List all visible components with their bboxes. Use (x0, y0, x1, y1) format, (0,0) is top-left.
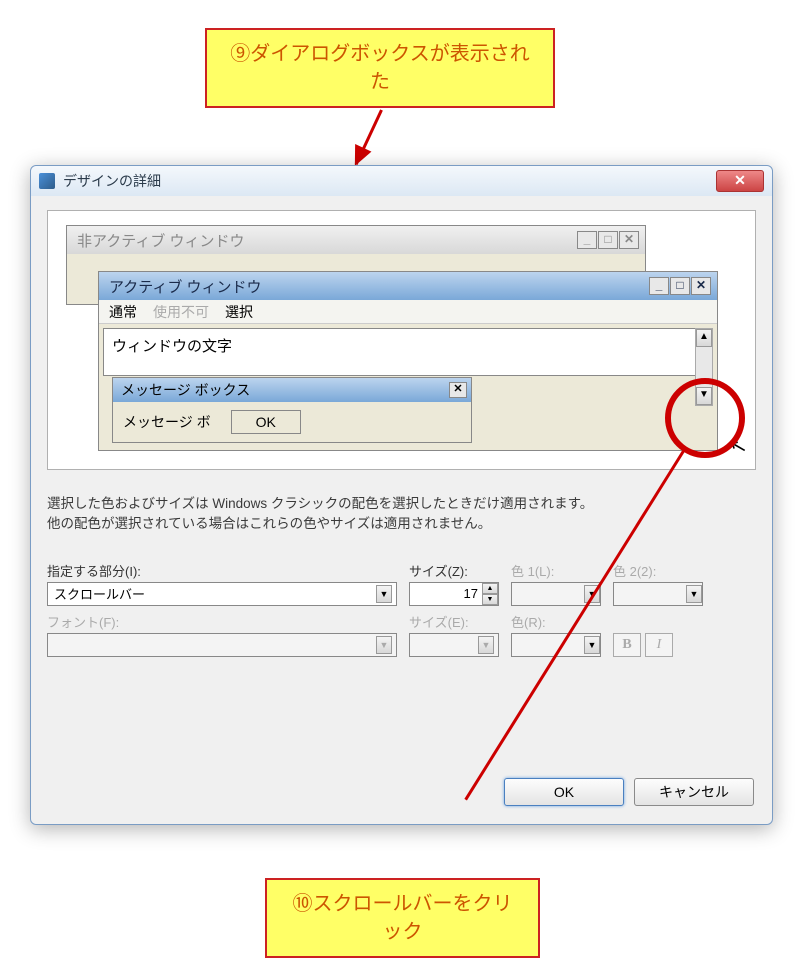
dialog-body: 非アクティブ ウィンドウ _ □ ✕ アクティブ ウィンドウ _ □ ✕ (31, 196, 772, 824)
msgbox-text: メッセージ ボ (123, 412, 211, 432)
chevron-down-icon: ▼ (584, 636, 600, 654)
font-style-buttons: B I (613, 633, 703, 657)
msgbox-ok-button: OK (231, 410, 301, 434)
size-z-label: サイズ(Z): (409, 561, 499, 580)
color2-dropdown: ▼ (613, 582, 703, 606)
highlight-circle (665, 378, 745, 458)
close-icon: ✕ (691, 277, 711, 295)
part-value: スクロールバー (54, 584, 145, 603)
spacer (613, 616, 703, 631)
msgbox-titlebar: メッセージ ボックス ✕ (113, 378, 471, 402)
action-buttons: OK キャンセル (504, 778, 754, 806)
font-label: フォント(F): (47, 612, 397, 631)
design-details-dialog: デザインの詳細 ✕ 非アクティブ ウィンドウ _ □ ✕ アクティブ ウィン (30, 165, 773, 825)
minimize-icon: _ (649, 277, 669, 295)
maximize-icon: □ (598, 231, 618, 249)
menu-disabled: 使用不可 (153, 302, 209, 322)
form-area: 指定する部分(I): スクロールバー ▼ サイズ(Z): 17 ▲ ▼ 色 1(… (47, 561, 756, 657)
preview-menubar: 通常 使用不可 選択 (99, 300, 717, 324)
chevron-down-icon: ▼ (686, 585, 702, 603)
color-r-label: 色(R): (511, 612, 601, 631)
menu-normal: 通常 (109, 302, 137, 322)
maximize-icon: □ (670, 277, 690, 295)
part-label: 指定する部分(I): (47, 561, 397, 580)
dialog-title: デザインの詳細 (63, 171, 716, 191)
inactive-window-buttons: _ □ ✕ (577, 231, 639, 249)
dialog-titlebar[interactable]: デザインの詳細 ✕ (31, 166, 772, 196)
inactive-titlebar: 非アクティブ ウィンドウ _ □ ✕ (67, 226, 645, 254)
italic-button: I (645, 633, 673, 657)
dialog-close-button[interactable]: ✕ (716, 170, 764, 192)
color1-label: 色 1(L): (511, 561, 601, 580)
app-icon (39, 173, 55, 189)
cancel-button[interactable]: キャンセル (634, 778, 754, 806)
ok-button[interactable]: OK (504, 778, 624, 806)
part-dropdown[interactable]: スクロールバー ▼ (47, 582, 397, 606)
spin-down-icon[interactable]: ▼ (482, 594, 498, 605)
font-dropdown: ▼ (47, 633, 397, 657)
msgbox-title: メッセージ ボックス (117, 380, 449, 400)
active-window-buttons: _ □ ✕ (649, 277, 711, 295)
size-z-value: 17 (414, 586, 482, 601)
scroll-up-icon[interactable]: ▲ (696, 329, 712, 347)
msgbox-close-icon: ✕ (449, 382, 467, 398)
size-e-dropdown: ▼ (409, 633, 499, 657)
callout-click-scrollbar: ⑩スクロールバーをクリック (265, 878, 540, 958)
active-titlebar: アクティブ ウィンドウ _ □ ✕ (99, 272, 717, 300)
active-title-text: アクティブ ウィンドウ (105, 276, 649, 297)
size-z-spinbox[interactable]: 17 ▲ ▼ (409, 582, 499, 606)
desc-line2: 他の配色が選択されている場合はこれらの色やサイズは適用されません。 (47, 514, 756, 534)
chevron-down-icon: ▼ (376, 636, 392, 654)
spin-up-icon[interactable]: ▲ (482, 583, 498, 594)
window-text-label: ウィンドウの文字 (112, 338, 232, 355)
chevron-down-icon[interactable]: ▼ (376, 585, 392, 603)
arrow-top (355, 109, 383, 165)
preview-content: ウィンドウの文字 ▲ ▼ (103, 328, 713, 376)
chevron-down-icon: ▼ (478, 636, 494, 654)
size-e-label: サイズ(E): (409, 612, 499, 631)
inactive-title-text: 非アクティブ ウィンドウ (73, 230, 577, 251)
preview-panel: 非アクティブ ウィンドウ _ □ ✕ アクティブ ウィンドウ _ □ ✕ (47, 210, 756, 470)
msgbox-body: メッセージ ボ OK (113, 402, 471, 442)
close-icon: ✕ (619, 231, 639, 249)
color2-label: 色 2(2): (613, 561, 703, 580)
preview-messagebox: メッセージ ボックス ✕ メッセージ ボ OK (112, 377, 472, 443)
minimize-icon: _ (577, 231, 597, 249)
bold-button: B (613, 633, 641, 657)
menu-select: 選択 (225, 302, 253, 322)
callout-dialog-shown: ⑨ダイアログボックスが表示された (205, 28, 555, 108)
